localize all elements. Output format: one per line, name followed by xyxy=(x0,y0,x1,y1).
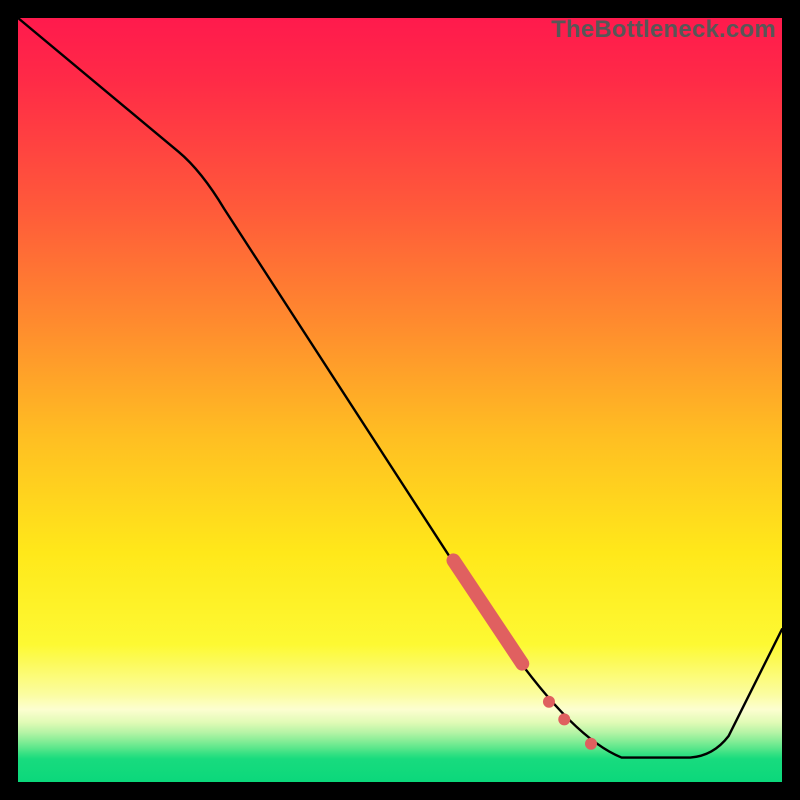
chart-canvas: TheBottleneck.com xyxy=(0,0,800,800)
highlight-segment xyxy=(453,560,522,663)
chart-overlay-svg xyxy=(18,18,782,782)
highlight-dots xyxy=(543,696,597,750)
highlight-dot xyxy=(585,738,597,750)
plot-area: TheBottleneck.com xyxy=(18,18,782,782)
highlight-dot xyxy=(558,713,570,725)
highlight-dot xyxy=(543,696,555,708)
bottleneck-curve xyxy=(18,18,782,758)
